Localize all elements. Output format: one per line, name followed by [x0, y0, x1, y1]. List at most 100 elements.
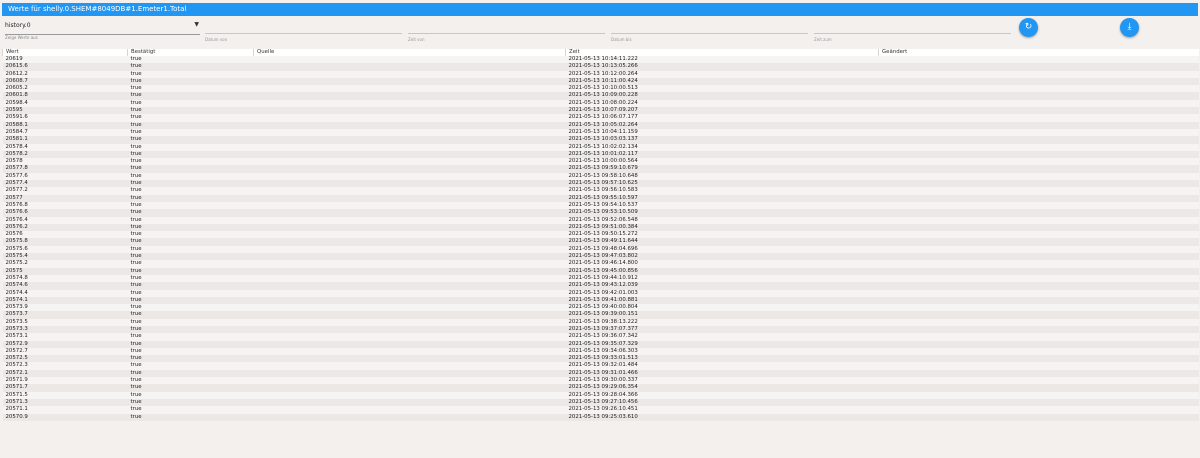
table-row[interactable]: 20591.6 true 2021-05-13 10:06:07.177 — [2, 114, 1199, 122]
table-row[interactable]: 20572.3 true 2021-05-13 09:32:01.484 — [2, 362, 1199, 370]
cell-source — [253, 289, 566, 297]
column-header-geaendert[interactable]: Geändert — [878, 49, 1199, 56]
table-row[interactable]: 20574.6 true 2021-05-13 09:43:12.039 — [2, 282, 1199, 290]
table-row[interactable]: 20577.2 true 2021-05-13 09:56:10.583 — [2, 187, 1199, 195]
table-row[interactable]: 20598.4 true 2021-05-13 10:08:00.224 — [2, 99, 1199, 108]
table-row[interactable]: 20573.7 true 2021-05-13 09:39:00.151 — [2, 311, 1199, 319]
cell-value: 20571.5 — [2, 391, 128, 399]
table-row[interactable]: 20578.2 true 2021-05-13 10:01:02.117 — [2, 150, 1199, 159]
time-from-field[interactable]: Zeit von — [408, 33, 605, 43]
table-row[interactable]: 20588.1 true 2021-05-13 10:05:02.264 — [2, 121, 1199, 129]
download-button[interactable]: ⤓ — [1120, 18, 1139, 37]
refresh-button[interactable]: ↻ — [1019, 18, 1038, 37]
table-row[interactable]: 20612.2 true 2021-05-13 10:12:00.264 — [2, 70, 1199, 78]
column-header-wert[interactable]: Wert — [2, 49, 128, 56]
cell-time: 2021-05-13 09:58:10.648 — [565, 172, 879, 181]
table-row[interactable]: 20577.6 true 2021-05-13 09:58:10.648 — [2, 172, 1199, 181]
table-row[interactable]: 20571.5 true 2021-05-13 09:28:04.366 — [2, 391, 1199, 399]
cell-value: 20574.8 — [2, 274, 128, 283]
table-row[interactable]: 20576.6 true 2021-05-13 09:53:10.509 — [2, 209, 1199, 217]
table-row[interactable]: 20572.7 true 2021-05-13 09:34:06.303 — [2, 347, 1199, 356]
table-row[interactable]: 20576.4 true 2021-05-13 09:52:06.548 — [2, 216, 1199, 224]
table-row[interactable]: 20574.8 true 2021-05-13 09:44:10.912 — [2, 274, 1199, 283]
table-row[interactable]: 20573.1 true 2021-05-13 09:36:07.342 — [2, 333, 1199, 341]
table-row[interactable]: 20571.9 true 2021-05-13 09:30:00.337 — [2, 377, 1199, 385]
cell-changed — [878, 325, 1199, 334]
cell-value: 20577.6 — [2, 172, 128, 181]
cell-source — [253, 128, 566, 137]
table-row[interactable]: 20571.3 true 2021-05-13 09:27:10.456 — [2, 398, 1199, 407]
cell-time: 2021-05-13 09:56:10.583 — [565, 187, 879, 195]
table-row[interactable]: 20576 true 2021-05-13 09:50:15.272 — [2, 231, 1199, 239]
cell-value: 20571.9 — [2, 377, 128, 385]
table-row[interactable]: 20619 true 2021-05-13 10:14:11.222 — [2, 56, 1199, 64]
table-row[interactable]: 20581.1 true 2021-05-13 10:03:03.137 — [2, 136, 1199, 144]
table-row[interactable]: 20573.3 true 2021-05-13 09:37:07.377 — [2, 325, 1199, 334]
table-row[interactable]: 20575.8 true 2021-05-13 09:49:11.644 — [2, 238, 1199, 246]
cell-ack: true — [127, 107, 254, 115]
table-row[interactable]: 20571.1 true 2021-05-13 09:26:10.451 — [2, 406, 1199, 414]
cell-source — [253, 333, 566, 341]
table-row[interactable]: 20601.8 true 2021-05-13 10:09:00.228 — [2, 92, 1199, 100]
cell-source — [253, 318, 566, 326]
instance-select[interactable]: history.0 ▼ — [5, 20, 200, 35]
cell-source — [253, 56, 566, 64]
table-row[interactable]: 20605.2 true 2021-05-13 10:10:00.513 — [2, 85, 1199, 93]
cell-time: 2021-05-13 09:52:06.548 — [565, 216, 879, 224]
cell-ack: true — [127, 209, 254, 217]
cell-changed — [878, 333, 1199, 341]
table-row[interactable]: 20573.9 true 2021-05-13 09:40:00.804 — [2, 304, 1199, 312]
date-from-field[interactable]: Datum von — [205, 33, 402, 43]
cell-time: 2021-05-13 09:30:00.337 — [565, 377, 879, 385]
cell-ack: true — [127, 384, 254, 392]
cell-ack: true — [127, 56, 254, 64]
cell-ack: true — [127, 216, 254, 224]
cell-value: 20591.6 — [2, 114, 128, 122]
table-row[interactable]: 20577.8 true 2021-05-13 09:59:10.679 — [2, 165, 1199, 173]
cell-source — [253, 384, 566, 392]
table-row[interactable]: 20575.4 true 2021-05-13 09:47:03.802 — [2, 253, 1199, 261]
cell-ack: true — [127, 347, 254, 356]
cell-ack: true — [127, 296, 254, 305]
column-header-quelle[interactable]: Quelle — [253, 49, 566, 56]
table-row[interactable]: 20575.2 true 2021-05-13 09:46:14.800 — [2, 260, 1199, 268]
cell-time: 2021-05-13 09:39:00.151 — [565, 311, 879, 319]
cell-time: 2021-05-13 09:37:07.377 — [565, 325, 879, 334]
cell-ack: true — [127, 165, 254, 173]
cell-ack: true — [127, 77, 254, 86]
table-row[interactable]: 20575 true 2021-05-13 09:45:00.856 — [2, 267, 1199, 275]
table-row[interactable]: 20570.9 true 2021-05-13 09:25:03.610 — [2, 413, 1199, 421]
table-row[interactable]: 20608.7 true 2021-05-13 10:11:00.424 — [2, 77, 1199, 86]
table-row[interactable]: 20576.8 true 2021-05-13 09:54:10.537 — [2, 201, 1199, 210]
table-row[interactable]: 20572.1 true 2021-05-13 09:31:01.466 — [2, 369, 1199, 378]
table-row[interactable]: 20577.4 true 2021-05-13 09:57:10.625 — [2, 180, 1199, 188]
cell-ack: true — [127, 304, 254, 312]
date-to-field[interactable]: Datum bis — [611, 33, 808, 43]
date-from-label: Datum von — [205, 37, 228, 42]
table-row[interactable]: 20571.7 true 2021-05-13 09:29:06.354 — [2, 384, 1199, 392]
cell-time: 2021-05-13 10:06:07.177 — [565, 114, 879, 122]
table-row[interactable]: 20574.4 true 2021-05-13 09:42:01.003 — [2, 289, 1199, 297]
cell-source — [253, 377, 566, 385]
table-row[interactable]: 20572.9 true 2021-05-13 09:35:07.329 — [2, 340, 1199, 348]
table-row[interactable]: 20615.6 true 2021-05-13 10:13:05.266 — [2, 63, 1199, 71]
column-header-zeit[interactable]: Zeit — [565, 49, 879, 56]
table-row[interactable]: 20575.6 true 2021-05-13 09:48:04.696 — [2, 245, 1199, 254]
table-row[interactable]: 20595 true 2021-05-13 10:07:09.207 — [2, 107, 1199, 115]
cell-time: 2021-05-13 09:38:13.222 — [565, 318, 879, 326]
table-row[interactable]: 20577 true 2021-05-13 09:55:10.597 — [2, 194, 1199, 202]
table-row[interactable]: 20572.5 true 2021-05-13 09:33:01.513 — [2, 355, 1199, 363]
table-row[interactable]: 20578.4 true 2021-05-13 10:02:02.134 — [2, 143, 1199, 151]
table-row[interactable]: 20574.1 true 2021-05-13 09:41:00.881 — [2, 296, 1199, 305]
column-header-bestaetigt[interactable]: Bestätigt — [127, 49, 254, 56]
table-row[interactable]: 20573.5 true 2021-05-13 09:38:13.222 — [2, 318, 1199, 326]
cell-value: 20578.4 — [2, 143, 128, 151]
table-row[interactable]: 20578 true 2021-05-13 10:00:00.564 — [2, 158, 1199, 166]
table-row[interactable]: 20584.7 true 2021-05-13 10:04:11.159 — [2, 128, 1199, 137]
cell-time: 2021-05-13 09:47:03.802 — [565, 253, 879, 261]
cell-changed — [878, 274, 1199, 283]
cell-changed — [878, 340, 1199, 348]
table-row[interactable]: 20576.2 true 2021-05-13 09:51:00.384 — [2, 223, 1199, 232]
time-to-field[interactable]: Zeit zum — [814, 33, 1011, 43]
dropdown-arrow-icon[interactable]: ▼ — [194, 19, 199, 31]
